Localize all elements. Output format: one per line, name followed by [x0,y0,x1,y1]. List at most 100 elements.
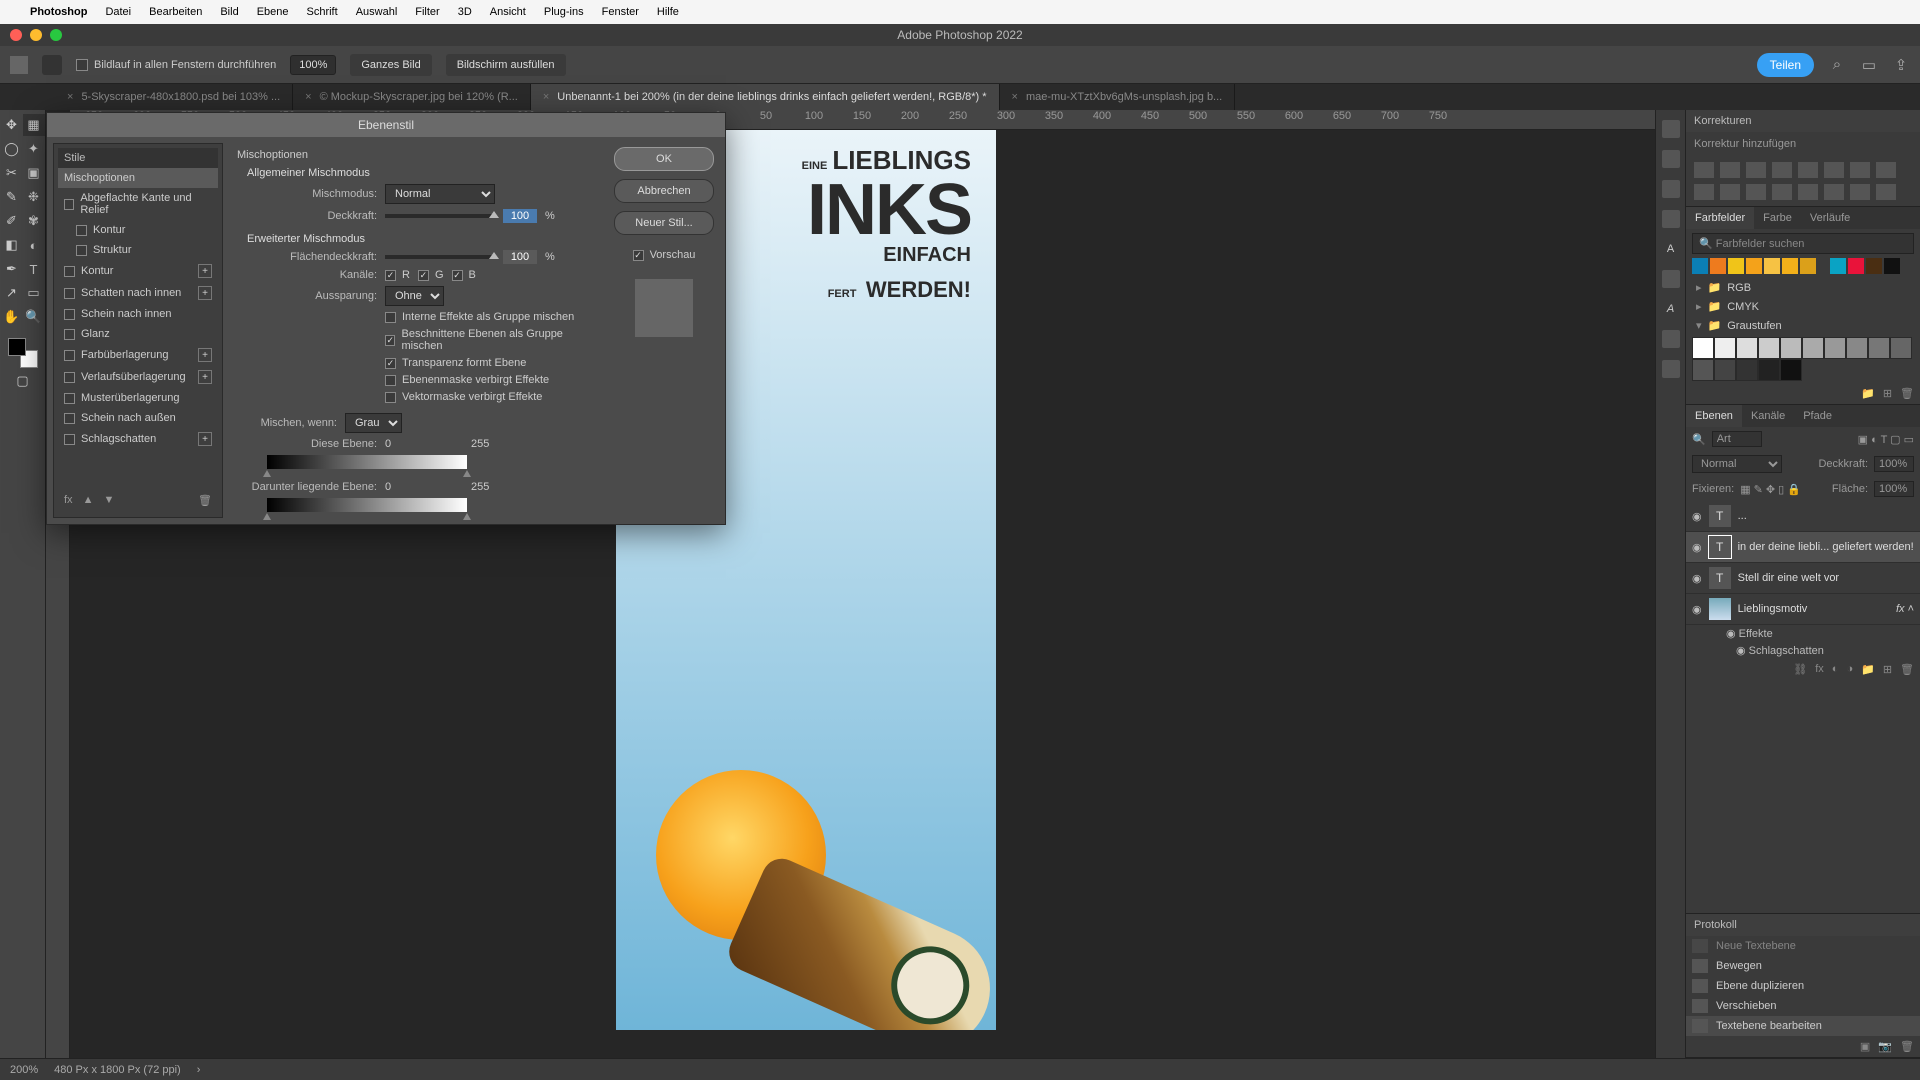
gray-folder[interactable]: 📁 Graustufen [1686,316,1920,335]
opacity-slider[interactable] [385,214,495,218]
style-checkbox[interactable] [76,245,87,256]
close-icon[interactable]: × [67,91,73,103]
layer-row[interactable]: ◉Lieblingsmotivfx ˄ [1686,594,1920,625]
maximize-window-button[interactable] [50,29,62,41]
swatch[interactable] [1764,258,1780,274]
swatch-search[interactable]: 🔍 Farbfelder suchen [1692,233,1914,254]
wand-tool-icon[interactable]: ✦ [23,138,45,160]
layers-tab[interactable]: Ebenen [1686,405,1742,427]
adj-layer-icon[interactable]: ◑ [1846,663,1853,676]
visibility-icon[interactable]: ◉ [1692,572,1702,585]
swatch[interactable] [1830,258,1846,274]
cmyk-folder[interactable]: 📁 CMYK [1686,297,1920,316]
swatch[interactable] [1890,337,1912,359]
paragraph-panel-icon[interactable] [1662,270,1680,288]
menu-plugins[interactable]: Plug-ins [544,6,584,18]
lut-icon[interactable] [1746,184,1766,200]
workspace-icon[interactable]: ▭ [1860,56,1878,74]
style-checkbox[interactable] [64,393,75,404]
swatch[interactable] [1848,258,1864,274]
fill-value[interactable]: 100 [503,250,537,264]
swatch[interactable] [1866,258,1882,274]
folder-icon[interactable]: 📁 [1861,387,1875,400]
gradient-tool-icon[interactable]: ◧ [1,234,23,256]
new-swatch-icon[interactable]: ⊞ [1883,387,1892,400]
menu-image[interactable]: Bild [220,6,238,18]
lasso-tool-icon[interactable]: ◯ [1,138,23,160]
rgb-folder[interactable]: 📁 RGB [1686,278,1920,297]
style-item[interactable]: Schein nach innen [58,304,218,324]
group-icon[interactable]: 📁 [1861,663,1875,676]
crop-tool-icon[interactable]: ✂ [1,162,23,184]
style-checkbox[interactable] [64,329,75,340]
visibility-icon[interactable]: ◉ [1692,541,1702,554]
mixer-icon[interactable] [1720,184,1740,200]
knockout-select[interactable]: Ohne [385,286,444,306]
selective-icon[interactable] [1876,184,1896,200]
new-layer-icon[interactable]: ⊞ [1883,663,1892,676]
color-swatch[interactable] [8,338,38,368]
effects-label[interactable]: ◉ Effekte [1686,625,1920,642]
doc-tab[interactable]: ×5-Skyscraper-480x1800.psd bei 103% ... [55,84,293,110]
panel-icon[interactable] [1662,330,1680,348]
doc-tab[interactable]: ×mae-mu-XTztXbv6gMs-unsplash.jpg b... [1000,84,1236,110]
menu-type[interactable]: Schrift [307,6,338,18]
swatch[interactable] [1800,258,1816,274]
swatch[interactable] [1884,258,1900,274]
glyphs-panel-icon[interactable]: A [1662,300,1680,318]
camera-icon[interactable]: 📷 [1878,1040,1892,1053]
share-button[interactable]: Teilen [1757,53,1814,77]
panel-icon[interactable] [1662,360,1680,378]
style-item[interactable]: Musterüberlagerung [58,388,218,408]
trash-icon[interactable]: 🗑 [1900,387,1914,400]
swatch[interactable] [1710,258,1726,274]
swatch[interactable] [1782,258,1798,274]
menu-3d[interactable]: 3D [458,6,472,18]
panel-icon[interactable] [1662,210,1680,228]
style-checkbox[interactable] [64,434,75,445]
pen-tool-icon[interactable]: ✒ [1,258,23,280]
dropshadow-label[interactable]: ◉ Schlagschatten [1686,642,1920,659]
under-layer-gradient[interactable] [267,498,467,512]
trash-icon[interactable]: 🗑 [198,494,212,507]
poster-icon[interactable] [1798,184,1818,200]
style-item[interactable]: Struktur [58,240,218,260]
visibility-icon[interactable]: ◉ [1692,510,1702,523]
status-zoom[interactable]: 200% [10,1064,38,1076]
add-icon[interactable]: + [198,348,212,362]
style-checkbox[interactable] [64,266,75,277]
search-icon[interactable]: ⌕ [1828,56,1846,74]
close-icon[interactable]: × [543,91,549,103]
channels-tab[interactable]: Kanäle [1742,405,1794,427]
minimize-window-button[interactable] [30,29,42,41]
style-checkbox[interactable] [64,413,75,424]
shape-tool-icon[interactable]: ▭ [23,282,45,304]
heal-tool-icon[interactable]: ❉ [23,186,45,208]
style-checkbox[interactable] [64,350,75,361]
new-style-button[interactable]: Neuer Stil... [614,211,714,235]
menu-window[interactable]: Fenster [602,6,639,18]
opacity-value[interactable]: 100 [503,209,537,223]
fx-icon[interactable]: fx [1815,663,1824,676]
swatch[interactable] [1824,337,1846,359]
balance-icon[interactable] [1850,162,1870,178]
style-checkbox[interactable] [64,372,75,383]
ok-button[interactable]: OK [614,147,714,171]
swatch[interactable] [1758,359,1780,381]
preview-checkbox[interactable] [633,250,644,261]
swatch[interactable] [1728,258,1744,274]
swatch[interactable] [1746,258,1762,274]
menu-edit[interactable]: Bearbeiten [149,6,202,18]
style-item[interactable]: Farbüberlagerung+ [58,344,218,366]
blend-mode-select[interactable]: Normal [385,184,495,204]
menu-file[interactable]: Datei [105,6,131,18]
close-icon[interactable]: × [305,91,311,103]
checkbox[interactable] [385,335,395,346]
move-tool-icon[interactable]: ✥ [1,114,23,136]
home-icon[interactable] [10,56,28,74]
checkbox[interactable] [385,375,396,386]
scroll-all-checkbox[interactable] [76,59,88,71]
opacity-field[interactable] [1874,456,1914,472]
style-item[interactable]: Schein nach außen [58,408,218,428]
history-item-selected[interactable]: Textebene bearbeiten [1686,1016,1920,1036]
